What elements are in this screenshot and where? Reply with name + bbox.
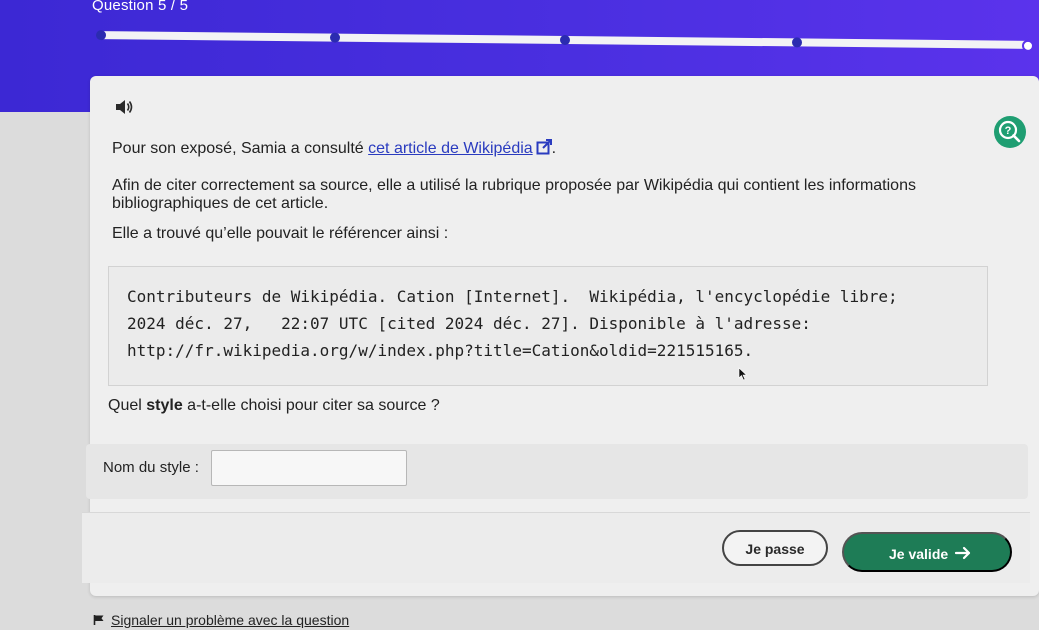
style-name-label: Nom du style :: [103, 459, 199, 476]
citation-line-1: Contributeurs de Wikipédia. Cation [Inte…: [127, 287, 898, 306]
wikipedia-link-label: cet article de Wikipédia: [368, 140, 533, 157]
citation-line-2: 2024 déc. 27, 22:07 UTC [cited 2024 déc.…: [127, 314, 811, 333]
style-name-input[interactable]: [211, 450, 407, 486]
question-suffix: a-t-elle choisi pour citer sa source ?: [182, 397, 440, 414]
question-counter: Question 5 / 5: [92, 0, 189, 14]
intro-end: .: [551, 140, 557, 157]
arrow-right-icon: [954, 544, 972, 565]
progress-step-3: [560, 34, 570, 46]
instruction-paragraph: Afin de citer correctement sa source, el…: [112, 177, 916, 212]
progress-bar: [96, 23, 1034, 55]
help-icon[interactable]: ?: [994, 116, 1026, 148]
progress-step-5: [1022, 39, 1034, 52]
validate-label: Je valide: [889, 546, 949, 562]
report-problem-row: Signaler un problème avec la question: [93, 612, 349, 629]
wikipedia-article-link[interactable]: cet article de Wikipédia: [368, 139, 552, 160]
skip-button[interactable]: Je passe: [722, 530, 828, 566]
report-problem-link[interactable]: Signaler un problème avec la question: [111, 612, 349, 628]
progress-step-1: [96, 30, 106, 41]
intro-paragraph: Pour son exposé, Samia a consulté cet ar…: [112, 139, 556, 160]
question-prefix: Quel: [108, 397, 147, 414]
validate-button[interactable]: Je valide: [842, 532, 1012, 572]
progress-step-2: [330, 32, 340, 43]
intro-text: Pour son exposé, Samia a consulté: [112, 140, 369, 157]
external-link-icon: [536, 139, 552, 160]
flag-icon: [93, 613, 105, 629]
mouse-cursor-icon: [738, 367, 748, 386]
question-prompt: Quel style a-t-elle choisi pour citer sa…: [108, 397, 440, 415]
svg-text:?: ?: [1005, 125, 1012, 137]
progress-step-4: [792, 37, 802, 48]
citation-box: Contributeurs de Wikipédia. Cation [Inte…: [108, 266, 988, 386]
reference-intro: Elle a trouvé qu’elle pouvait le référen…: [112, 225, 449, 242]
citation-text: Contributeurs de Wikipédia. Cation [Inte…: [127, 283, 898, 364]
citation-line-3: http://fr.wikipedia.org/w/index.php?titl…: [127, 341, 754, 360]
question-keyword: style: [146, 397, 183, 414]
speaker-icon[interactable]: [114, 98, 134, 116]
